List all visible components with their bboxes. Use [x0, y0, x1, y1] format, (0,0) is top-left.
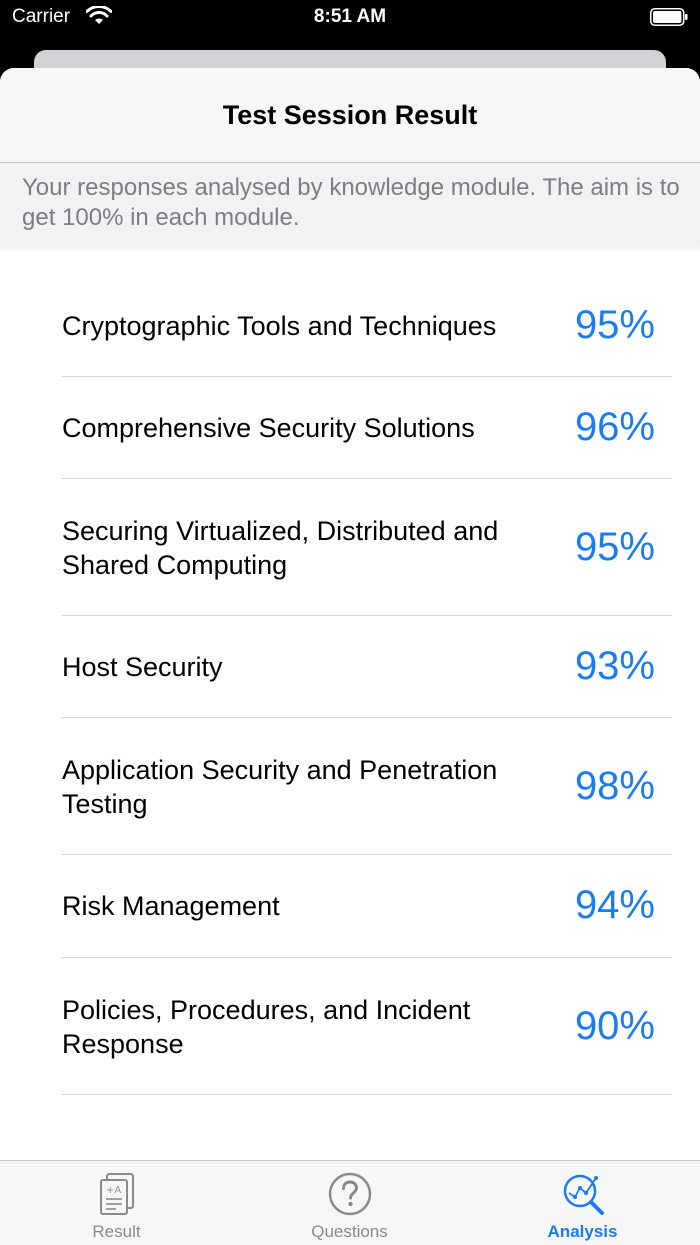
- module-row[interactable]: Host Security 93%: [0, 616, 700, 718]
- tab-bar: +A Result Questions Analysis: [0, 1160, 700, 1245]
- module-name: Host Security: [62, 652, 223, 682]
- module-row[interactable]: Comprehensive Security Solutions 96%: [0, 377, 700, 479]
- module-score: 93%: [574, 644, 655, 688]
- module-score: 95%: [574, 525, 655, 569]
- module-name: Comprehensive Security Solutions: [62, 413, 475, 443]
- module-row[interactable]: Risk Management 94%: [0, 855, 700, 958]
- module-score: 95%: [574, 303, 655, 347]
- module-score: 90%: [574, 1004, 655, 1048]
- module-score: 96%: [574, 405, 655, 449]
- module-list[interactable]: Cryptographic Tools and Techniques 95% C…: [0, 264, 700, 1095]
- result-sheet: Test Session Result Your responses analy…: [0, 68, 700, 1244]
- module-score: 94%: [574, 883, 655, 927]
- module-name: Cryptographic Tools and Techniques: [62, 311, 497, 341]
- module-name: Risk Management: [62, 891, 280, 921]
- tab-label: Analysis: [547, 1222, 618, 1241]
- module-name: Securing Virtualized, Distributed and Sh…: [62, 516, 499, 580]
- tab-label: Questions: [311, 1222, 388, 1241]
- module-row[interactable]: Cryptographic Tools and Techniques 95%: [0, 264, 700, 377]
- tab-label: Result: [92, 1222, 141, 1241]
- question-icon: [328, 1172, 371, 1216]
- module-name: Application Security and Penetration Tes…: [62, 755, 498, 819]
- tab-analysis[interactable]: Analysis: [466, 1161, 699, 1245]
- document-icon: +A: [99, 1173, 134, 1215]
- description-banner: Your responses analysed by knowledge mod…: [0, 163, 700, 246]
- module-row[interactable]: Application Security and Penetration Tes…: [0, 718, 700, 855]
- battery-icon: [650, 8, 688, 26]
- status-bar: Carrier 8:51 AM: [0, 0, 700, 40]
- module-score: 98%: [574, 764, 655, 808]
- tab-result[interactable]: +A Result: [0, 1161, 233, 1245]
- tab-questions[interactable]: Questions: [233, 1161, 466, 1245]
- clock: 8:51 AM: [313, 6, 387, 27]
- description-text: Your responses analysed by knowledge mod…: [22, 174, 680, 231]
- analysis-icon: [563, 1174, 604, 1215]
- module-name: Policies, Procedures, and Incident Respo…: [62, 995, 471, 1059]
- module-row[interactable]: Securing Virtualized, Distributed and Sh…: [0, 479, 700, 616]
- row-divider: [62, 1094, 672, 1095]
- page-title: Test Session Result: [222, 100, 478, 130]
- svg-text:+A: +A: [106, 1185, 121, 1196]
- navigation-bar: Test Session Result: [0, 68, 700, 163]
- module-row[interactable]: Policies, Procedures, and Incident Respo…: [0, 958, 700, 1095]
